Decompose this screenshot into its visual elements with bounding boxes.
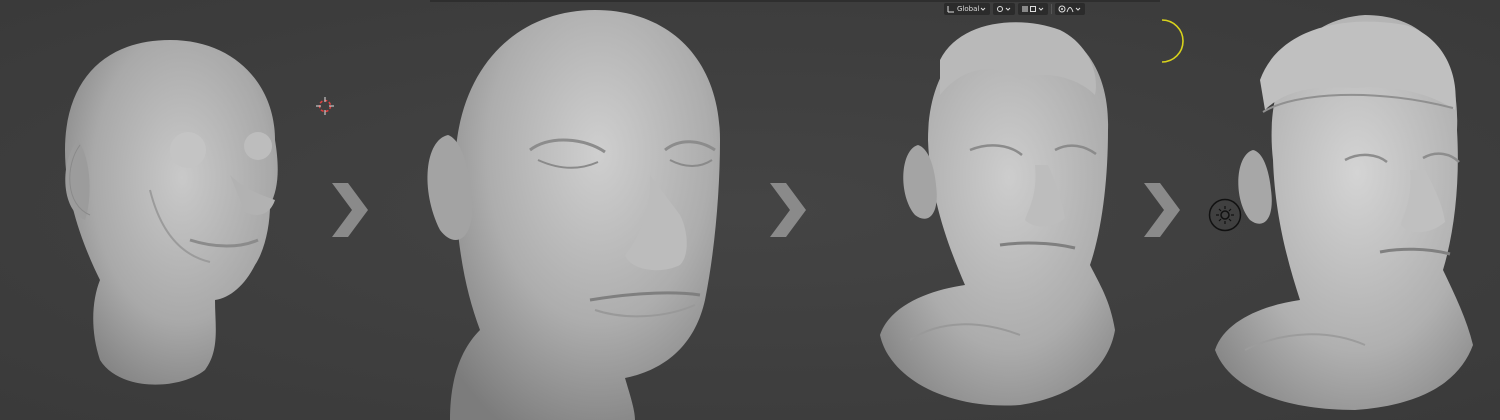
chevron-right-icon — [770, 183, 806, 237]
3d-cursor-icon[interactable] — [316, 97, 334, 115]
chevron-right-icon — [332, 183, 368, 237]
head-sculpt-blockout — [65, 40, 278, 385]
sun-arc-icon — [1161, 19, 1184, 63]
stage-2-refined — [420, 0, 750, 420]
stage-1-blockout — [30, 0, 320, 420]
head-sculpt-detailed — [880, 22, 1115, 406]
chevron-right-icon — [1144, 183, 1180, 237]
head-sculpt-refined — [427, 10, 720, 420]
head-sculpt-final — [1215, 15, 1473, 410]
stage-4-final — [1205, 0, 1495, 420]
viewport[interactable]: Global — [0, 0, 1500, 420]
stage-3-detailed — [870, 0, 1130, 420]
